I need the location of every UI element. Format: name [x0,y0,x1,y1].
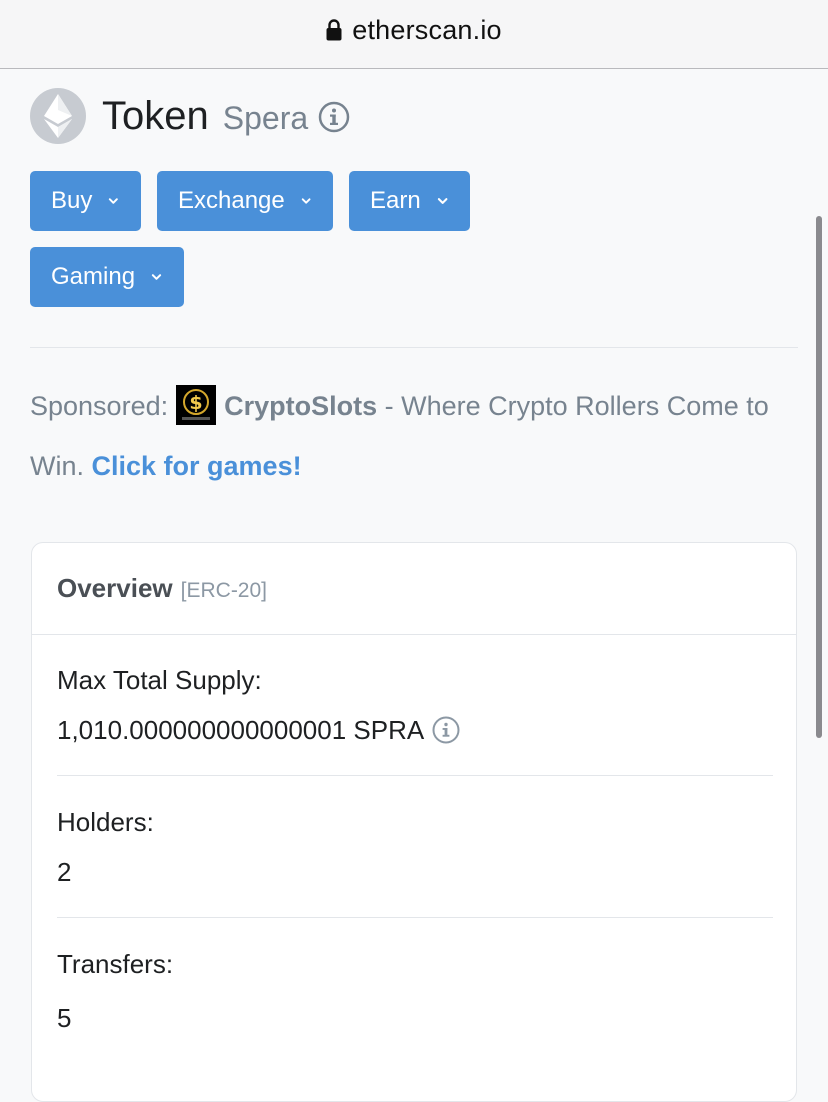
cryptoslots-logo-icon[interactable]: $ [176,384,217,425]
holders-value: 2 [57,857,72,887]
page-title: Token [102,93,209,138]
svg-text:$: $ [189,392,202,414]
max-total-supply-label: Max Total Supply: [57,665,262,695]
click-for-games-link[interactable]: Click for games! [92,451,302,481]
page-scrollbar[interactable] [816,216,822,738]
holders-row: Holders: 2 [57,807,773,887]
ethereum-logo-icon [30,88,86,144]
browser-address-bar[interactable]: etherscan.io [0,0,828,69]
chevron-down-icon [301,198,311,204]
earn-button-label: Earn [370,187,421,214]
earn-button[interactable]: Earn [349,171,470,231]
address-field[interactable]: etherscan.io [326,15,502,46]
holders-label: Holders: [57,807,154,837]
chevron-down-icon [437,198,448,204]
transfers-label: Transfers: [57,949,174,979]
transfers-value: 5 [57,1003,72,1033]
overview-card: Overview [ERC-20] Max Total Supply: 1,01… [31,542,797,1102]
info-circle-icon[interactable] [432,716,460,744]
max-total-supply-value-wrap: 1,010.000000000000001 SPRA [57,715,773,745]
url-text: etherscan.io [352,14,502,45]
info-circle-icon[interactable] [318,101,350,133]
sponsored-banner: Sponsored: $ CryptoSlots - Where Crypto … [30,376,790,496]
row-divider [57,917,773,918]
max-total-supply-value: 1,010.000000000000001 SPRA [57,715,425,745]
exchange-button[interactable]: Exchange [157,171,333,231]
token-standard-label: [ERC-20] [180,578,267,602]
section-divider [30,347,798,348]
sponsor-name[interactable]: CryptoSlots [224,391,377,421]
token-name: Spera [222,99,309,136]
overview-title: Overview [57,573,173,603]
chevron-down-icon [151,274,162,280]
row-divider [57,775,773,776]
chevron-down-icon [109,198,119,204]
lock-icon [326,19,342,41]
exchange-button-label: Exchange [178,187,285,214]
transfers-row: Transfers: 5 [57,949,773,1033]
gaming-button-label: Gaming [51,263,136,290]
gaming-button[interactable]: Gaming [30,247,184,307]
buy-button-label: Buy [51,187,93,214]
buy-button[interactable]: Buy [30,171,141,231]
overview-card-header: Overview [ERC-20] [32,543,796,635]
max-total-supply-row: Max Total Supply: 1,010.000000000000001 … [57,665,773,745]
sponsored-prefix: Sponsored: [30,391,169,421]
token-header: Token Spera [30,88,350,144]
